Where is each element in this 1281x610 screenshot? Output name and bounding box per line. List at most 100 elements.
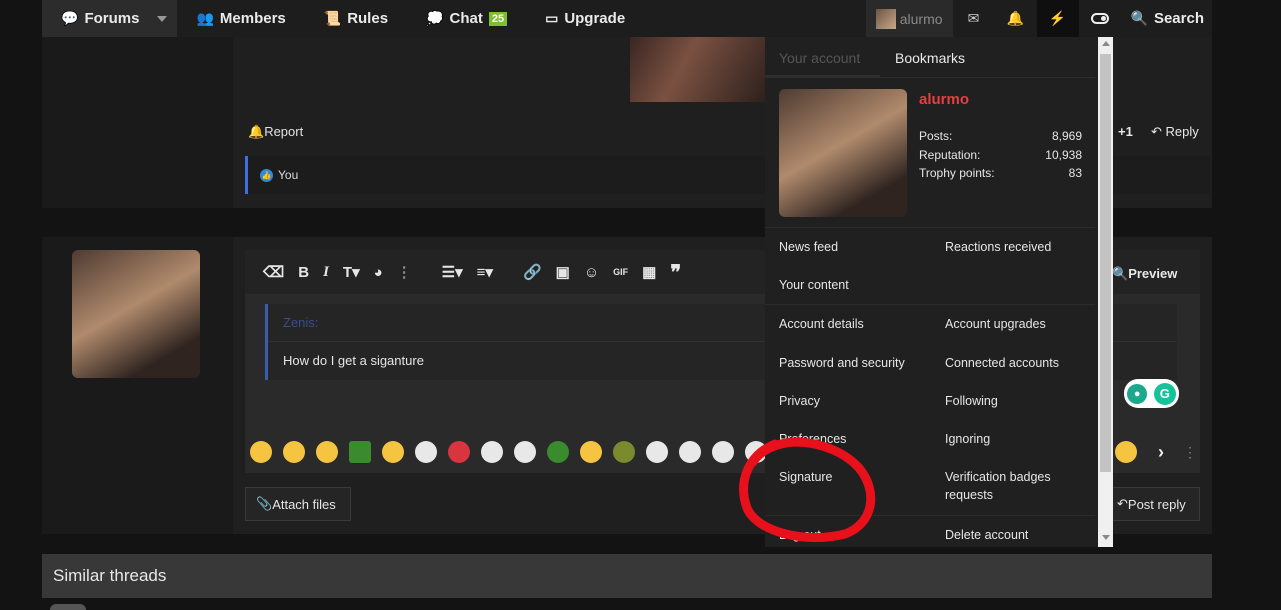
more-options-icon[interactable]: ⋮ <box>397 263 412 281</box>
reply-button[interactable]: ↶ Reply <box>1151 124 1199 140</box>
emoji-face-icon[interactable] <box>679 441 701 463</box>
menu-connected-accounts[interactable]: Connected accounts <box>945 354 1059 372</box>
conversations-button[interactable]: ✉ <box>953 0 995 37</box>
menu-delete-account[interactable]: Delete account <box>945 526 1028 544</box>
nav-user-menu[interactable]: alurmo <box>865 0 953 37</box>
palette-icon[interactable]: ◕ <box>374 264 383 281</box>
similar-threads-header: Similar threads <box>42 554 1212 598</box>
emoji-heart-eyes-icon[interactable] <box>382 441 404 463</box>
quote-text: How do I get a siganture <box>283 353 424 368</box>
chevron-down-icon[interactable] <box>157 15 168 22</box>
tab-bookmarks[interactable]: Bookmarks <box>895 50 965 66</box>
avatar <box>875 8 896 29</box>
nav-rules[interactable]: 📜 Rules <box>305 0 407 37</box>
menu-account-details[interactable]: Account details <box>779 315 864 333</box>
bold-icon[interactable]: B <box>298 264 309 281</box>
emoji-nerd-icon[interactable] <box>580 441 602 463</box>
menu-password-security[interactable]: Password and security <box>779 354 905 372</box>
preview-label: Preview <box>1128 266 1178 281</box>
menu-reactions-received[interactable]: Reactions received <box>945 238 1051 256</box>
emoji-face-icon[interactable] <box>712 441 734 463</box>
menu-ignoring[interactable]: Ignoring <box>945 430 990 448</box>
menu-divider <box>765 304 1095 305</box>
emoji-laugh-icon[interactable] <box>1115 441 1137 463</box>
emoji-pepe-icon[interactable] <box>349 441 371 463</box>
scroll-up-icon[interactable] <box>1102 41 1110 46</box>
post-reply-button[interactable]: ↶ Post reply <box>1106 487 1200 521</box>
stat-posts: Posts: 8,969 <box>919 129 1082 143</box>
nav-chat[interactable]: 💭 Chat 25 <box>407 0 526 37</box>
post-reply-label: Post reply <box>1127 496 1186 512</box>
scroll-down-icon[interactable] <box>1102 535 1110 540</box>
italic-icon[interactable]: I <box>323 264 329 281</box>
envelope-icon: ✉ <box>967 10 980 26</box>
avatar[interactable] <box>72 250 200 378</box>
gif-icon[interactable]: GIF <box>613 267 628 277</box>
menu-username[interactable]: alurmo <box>919 91 969 108</box>
plus-one-button[interactable]: +1 <box>1118 124 1133 139</box>
emoji-angry-icon[interactable] <box>448 441 470 463</box>
menu-divider <box>765 227 1095 228</box>
account-menu-tabs: Your account Bookmarks <box>765 37 1095 78</box>
emoji-face-icon[interactable] <box>514 441 536 463</box>
menu-news-feed[interactable]: News feed <box>779 238 838 256</box>
top-nav: 💬 Forums 👥 Members 📜 Rules 💭 Chat 25 ▭ U… <box>42 0 1212 37</box>
avatar[interactable] <box>779 89 907 217</box>
quote-author: Zenis: <box>283 315 319 330</box>
menu-following[interactable]: Following <box>945 392 998 410</box>
post-image[interactable] <box>630 37 765 102</box>
smile-icon[interactable]: ☺ <box>584 264 599 281</box>
menu-account-upgrades[interactable]: Account upgrades <box>945 315 1046 333</box>
eraser-icon[interactable]: ⌫ <box>263 263 284 281</box>
emoji-pepe-icon[interactable] <box>547 441 569 463</box>
list-icon[interactable]: ☰▾ <box>442 263 463 281</box>
emoji-meme-icon[interactable] <box>481 441 503 463</box>
emoji-laugh-icon[interactable] <box>316 441 338 463</box>
nav-rules-label: Rules <box>347 10 389 27</box>
whats-new-button[interactable]: ⚡ <box>1036 0 1079 37</box>
menu-verification-badges[interactable]: Verification badges requests <box>945 468 1075 504</box>
menu-privacy[interactable]: Privacy <box>779 392 820 410</box>
stat-label: Reputation: <box>919 148 981 162</box>
chevron-right-icon[interactable]: › <box>1158 442 1164 463</box>
align-icon[interactable]: ≡▾ <box>477 263 493 281</box>
emoji-face-icon[interactable] <box>646 441 668 463</box>
reply-label: Reply <box>1165 124 1199 139</box>
style-toggle-button[interactable] <box>1079 0 1121 37</box>
chat-count-badge: 25 <box>488 11 508 26</box>
alerts-button[interactable]: 🔔 <box>995 0 1037 37</box>
nav-upgrade-label: Upgrade <box>564 10 626 27</box>
credit-card-icon: ▭ <box>545 10 559 26</box>
font-size-icon[interactable]: T▾ <box>343 263 360 281</box>
media-icon[interactable]: ▦ <box>642 263 656 281</box>
report-link[interactable]: 🔔Report <box>248 124 303 140</box>
reaction-user[interactable]: You <box>278 168 298 182</box>
menu-your-content[interactable]: Your content <box>779 276 849 294</box>
nav-search[interactable]: 🔍 Search <box>1121 0 1212 37</box>
link-icon[interactable]: 🔗 <box>523 263 542 281</box>
scrollbar-thumb[interactable] <box>1100 54 1111 472</box>
emoji-shrek-icon[interactable] <box>613 441 635 463</box>
nav-search-label: Search <box>1153 10 1204 27</box>
emoji-tired-icon[interactable] <box>283 441 305 463</box>
avatar[interactable] <box>50 604 86 610</box>
paperclip-icon: 📎 <box>256 496 273 511</box>
nav-right-group: alurmo ✉ 🔔 ⚡ 🔍 Search <box>865 0 1212 37</box>
preview-button[interactable]: 🔍Preview <box>1112 266 1177 282</box>
attach-label: Attach files <box>272 496 336 512</box>
reply-icon: ↶ <box>1117 496 1128 511</box>
image-icon[interactable]: ▣ <box>556 263 570 281</box>
attach-files-button[interactable]: 📎 Attach files <box>245 487 351 521</box>
nav-members[interactable]: 👥 Members <box>177 0 304 37</box>
quote-icon[interactable]: ❞ <box>670 260 681 285</box>
comments-icon: 💭 <box>426 10 444 26</box>
nav-forums[interactable]: 💬 Forums <box>42 0 178 37</box>
bell-icon: 🔔 <box>248 124 265 139</box>
tab-your-account[interactable]: Your account <box>779 50 860 66</box>
emoji-face-icon[interactable] <box>415 441 437 463</box>
stat-label: Posts: <box>919 129 953 143</box>
more-options-icon[interactable]: ⋮ <box>1183 444 1197 461</box>
nav-upgrade[interactable]: ▭ Upgrade <box>526 0 644 37</box>
grammarly-widget[interactable]: ● G <box>1124 379 1179 408</box>
emoji-grin-icon[interactable] <box>250 441 272 463</box>
